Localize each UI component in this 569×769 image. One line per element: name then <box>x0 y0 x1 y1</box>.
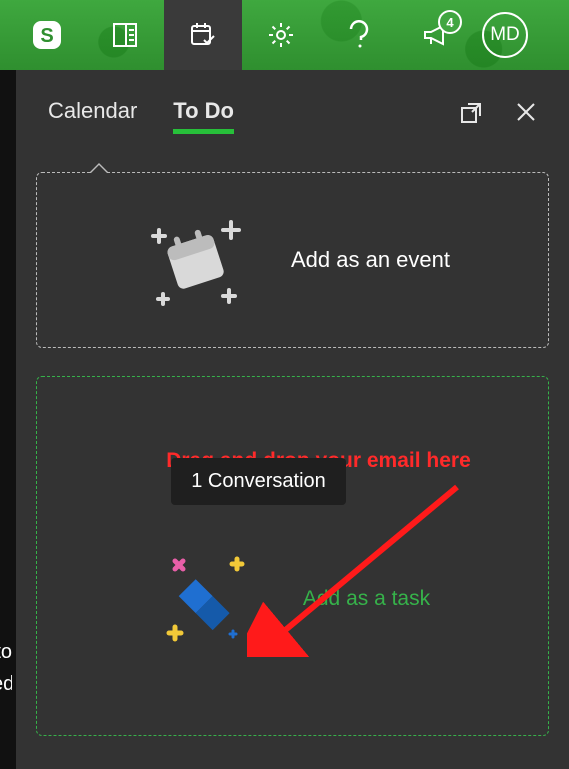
avatar-initials: MD <box>490 24 520 46</box>
close-icon <box>515 101 537 123</box>
event-drop-label: Add as an event <box>291 247 450 273</box>
popout-icon <box>459 101 483 125</box>
gear-icon <box>266 20 296 50</box>
skype-button[interactable]: S <box>8 0 86 70</box>
close-button[interactable] <box>515 101 537 130</box>
settings-button[interactable] <box>242 0 320 70</box>
myday-panel: Calendar To Do <box>16 70 569 769</box>
tab-calendar[interactable]: Calendar <box>48 98 137 132</box>
note-icon <box>110 20 140 50</box>
task-row: Add as a task <box>155 549 430 649</box>
announcements-button[interactable]: 4 <box>398 0 476 70</box>
task-drop-zone[interactable]: Drag and drop your email here 1 Conversa… <box>36 376 549 736</box>
skype-icon: S <box>30 18 64 52</box>
task-drop-label: Add as a task <box>303 587 430 611</box>
todo-sparkle-icon <box>155 549 265 649</box>
question-icon <box>346 19 372 51</box>
help-button[interactable] <box>320 0 398 70</box>
popout-button[interactable] <box>459 101 483 130</box>
calendar-check-icon <box>188 20 218 50</box>
clipped-text: to ed <box>0 636 12 700</box>
drag-chip[interactable]: 1 Conversation <box>171 458 346 505</box>
tab-todo[interactable]: To Do <box>173 98 234 132</box>
todo-toolbar-button[interactable] <box>164 0 242 70</box>
svg-text:S: S <box>40 25 53 47</box>
announcements-badge: 4 <box>438 10 462 34</box>
tabs-row: Calendar To Do <box>16 70 569 144</box>
app-topbar: S <box>0 0 569 70</box>
calendar-sparkle-icon <box>135 200 255 320</box>
event-drop-zone[interactable]: Add as an event <box>36 172 549 348</box>
sticky-notes-button[interactable] <box>86 0 164 70</box>
avatar[interactable]: MD <box>482 12 528 58</box>
